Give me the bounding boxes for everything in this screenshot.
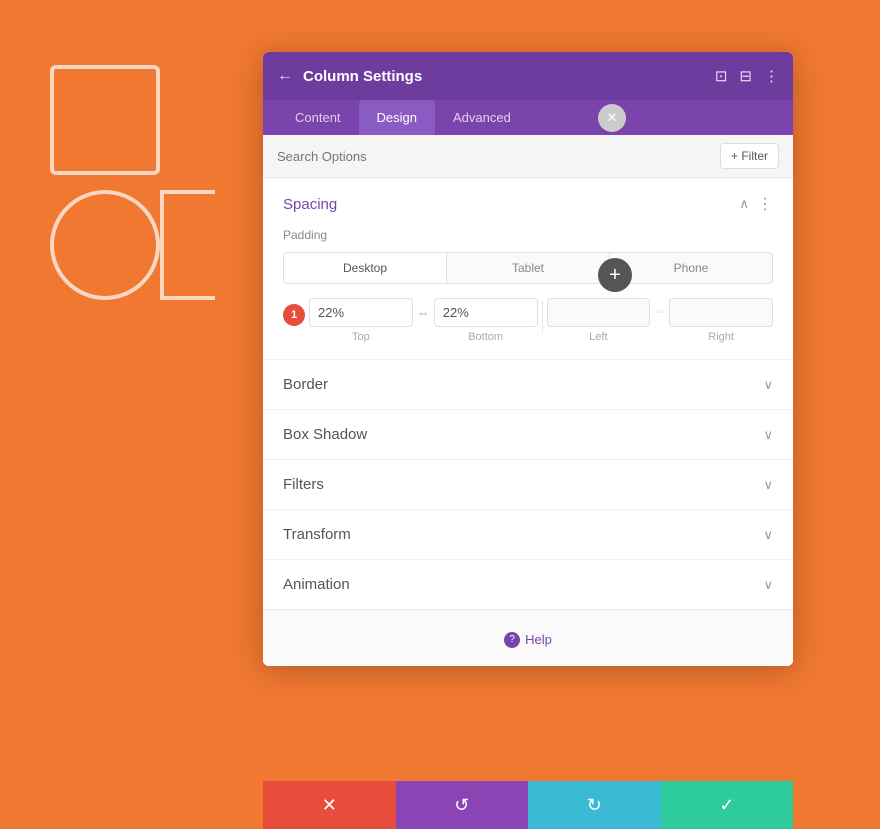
transform-chevron-icon[interactable]: ∨	[763, 527, 773, 543]
box-shadow-section: Box Shadow ∨	[263, 410, 793, 460]
bg-shape-3	[160, 190, 270, 300]
action-bar: ✕ ↺ ↻ ✓	[263, 781, 793, 829]
padding-left-label: Left	[589, 331, 607, 343]
floating-close-button[interactable]: ✕	[598, 104, 626, 132]
panel-title: Column Settings	[303, 68, 715, 85]
padding-right-label: Right	[708, 331, 734, 343]
padding-top-input[interactable]	[309, 298, 413, 327]
split-icon[interactable]: ⊟	[739, 67, 752, 85]
animation-title: Animation	[283, 576, 350, 593]
tab-content[interactable]: Content	[277, 100, 359, 135]
header-icons: ⊡ ⊟ ⋮	[715, 67, 779, 85]
device-tabs: Desktop Tablet Phone	[283, 252, 773, 284]
floating-add-button[interactable]: +	[598, 258, 632, 292]
box-shadow-title: Box Shadow	[283, 426, 367, 443]
padding-bottom-input[interactable]	[434, 298, 538, 327]
bg-shape-2	[50, 190, 160, 300]
cancel-button[interactable]: ✕	[263, 781, 396, 829]
spacing-chevron-up-icon[interactable]: ∧	[739, 196, 749, 212]
expand-icon[interactable]: ⊡	[715, 67, 728, 85]
padding-separator	[542, 300, 543, 334]
spacing-section-icons: ∧ ⋮	[739, 194, 773, 214]
padding-left-group: Left	[547, 298, 651, 343]
help-label: Help	[525, 632, 552, 647]
filters-title: Filters	[283, 476, 324, 493]
save-button[interactable]: ✓	[661, 781, 794, 829]
redo-button[interactable]: ↻	[528, 781, 661, 829]
padding-top-group: Top	[309, 298, 413, 343]
transform-section-header[interactable]: Transform ∨	[283, 526, 773, 543]
device-tab-tablet[interactable]: Tablet	[447, 253, 610, 283]
padding-left-input[interactable]	[547, 298, 651, 327]
animation-section: Animation ∨	[263, 560, 793, 610]
panel-body: Spacing ∧ ⋮ Padding Desktop Tablet Phone…	[263, 178, 793, 666]
padding-bottom-label: Bottom	[468, 331, 503, 343]
padding-right-input[interactable]	[669, 298, 773, 327]
animation-chevron-icon[interactable]: ∨	[763, 577, 773, 593]
spacing-section-header[interactable]: Spacing ∧ ⋮	[283, 194, 773, 214]
tab-design[interactable]: Design	[359, 100, 435, 135]
search-input[interactable]	[277, 149, 720, 164]
back-icon[interactable]: ←	[277, 67, 293, 85]
device-tab-desktop[interactable]: Desktop	[284, 253, 447, 283]
panel-header: ← Column Settings ⊡ ⊟ ⋮	[263, 52, 793, 100]
spacing-dots-icon[interactable]: ⋮	[757, 194, 773, 214]
tab-advanced[interactable]: Advanced	[435, 100, 529, 135]
padding-right-group: Right	[669, 298, 773, 343]
transform-title: Transform	[283, 526, 351, 543]
filter-button[interactable]: + Filter	[720, 143, 779, 169]
help-link[interactable]: ? Help	[504, 632, 552, 648]
link-alt-icon[interactable]: ⇔	[654, 305, 665, 343]
search-bar: + Filter	[263, 135, 793, 178]
device-tab-phone[interactable]: Phone	[610, 253, 772, 283]
spacing-title: Spacing	[283, 196, 337, 213]
filters-section: Filters ∨	[263, 460, 793, 510]
step-badge: 1	[283, 304, 305, 326]
border-title: Border	[283, 376, 328, 393]
box-shadow-chevron-icon[interactable]: ∨	[763, 427, 773, 443]
bg-shape-1	[50, 65, 160, 175]
padding-top-label: Top	[352, 331, 370, 343]
help-circle-icon: ?	[504, 632, 520, 648]
spacing-section: Spacing ∧ ⋮ Padding Desktop Tablet Phone…	[263, 178, 793, 360]
more-icon[interactable]: ⋮	[764, 67, 779, 85]
filters-section-header[interactable]: Filters ∨	[283, 476, 773, 493]
border-chevron-icon[interactable]: ∨	[763, 377, 773, 393]
border-section-header[interactable]: Border ∨	[283, 376, 773, 393]
animation-section-header[interactable]: Animation ∨	[283, 576, 773, 593]
column-settings-panel: ← Column Settings ⊡ ⊟ ⋮ Content Design A…	[263, 52, 793, 666]
panel-tabs: Content Design Advanced	[263, 100, 793, 135]
filters-chevron-icon[interactable]: ∨	[763, 477, 773, 493]
box-shadow-section-header[interactable]: Box Shadow ∨	[283, 426, 773, 443]
padding-bottom-group: Bottom	[434, 298, 538, 343]
panel-footer: ? Help	[263, 610, 793, 666]
padding-row: 1 Top ⇔ Bottom	[283, 298, 773, 343]
padding-inputs: Top ⇔ Bottom	[309, 298, 773, 343]
border-section: Border ∨	[263, 360, 793, 410]
link-icon[interactable]: ⇔	[417, 305, 430, 343]
spacing-content: Padding Desktop Tablet Phone 1 Top	[283, 228, 773, 343]
undo-button[interactable]: ↺	[396, 781, 529, 829]
transform-section: Transform ∨	[263, 510, 793, 560]
padding-label: Padding	[283, 228, 773, 242]
